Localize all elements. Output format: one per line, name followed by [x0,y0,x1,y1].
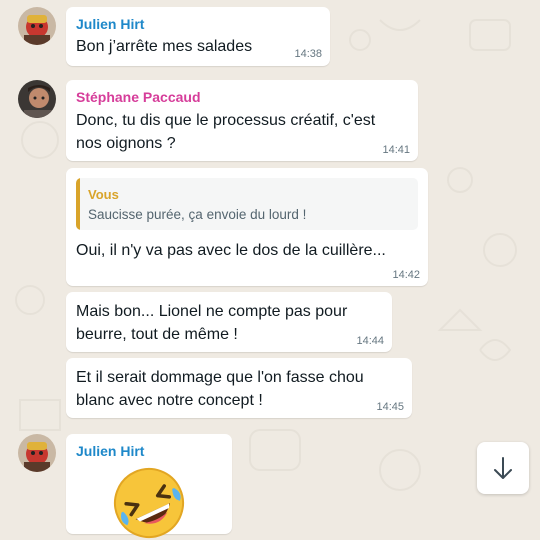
rolling-on-the-floor-laughing-icon [114,468,184,538]
avatar-stephane[interactable] [18,80,56,118]
message-text: Bon j’arrête mes salades [76,38,253,55]
message-time: 14:42 [392,269,420,281]
message-text: Mais bon... Lionel ne compte pas pour [76,303,348,320]
message-time: 14:38 [294,48,322,60]
message-text: Et il serait dommage que l'on fasse chou [76,369,364,386]
sender-name[interactable]: Stéphane Paccaud [76,89,201,105]
message-bubble: Julien Hirt Bon j’arrête mes salades 14:… [66,7,330,66]
avatar-julien[interactable] [18,434,56,472]
avatar-julien[interactable] [18,7,56,45]
avatar-julien-image [18,7,56,45]
quoted-message[interactable]: Vous Saucisse purée, ça envoie du lourd … [76,178,418,230]
quote-accent-bar [76,178,80,230]
message-text: nos oignons ? [76,135,176,152]
message-bubble: Et il serait dommage que l'on fasse chou… [66,358,412,418]
message-bubble: Julien Hirt [66,434,232,538]
message-time: 14:45 [376,401,404,413]
message-bubble: Vous Saucisse purée, ça envoie du lourd … [66,168,428,286]
message-text: Donc, tu dis que le processus créatif, c… [76,112,376,129]
quote-text: Saucisse purée, ça envoie du lourd ! [88,207,307,222]
arrow-down-icon [494,457,512,479]
message-bubble: Mais bon... Lionel ne compte pas pour be… [66,292,392,352]
message-bubble: Stéphane Paccaud Donc, tu dis que le pro… [66,80,418,161]
sender-name[interactable]: Julien Hirt [76,16,144,32]
message-text: blanc avec notre concept ! [76,392,263,409]
quote-sender: Vous [88,187,119,202]
message-text: beurre, tout de même ! [76,326,238,343]
message-time: 14:44 [356,335,384,347]
scroll-to-bottom-button[interactable] [477,442,529,494]
avatar-stephane-image [18,80,56,118]
sender-name[interactable]: Julien Hirt [76,443,144,459]
message-time: 14:41 [382,144,410,156]
avatar-julien-image [18,434,56,472]
message-text: Oui, il n'y va pas avec le dos de la cui… [76,242,386,259]
